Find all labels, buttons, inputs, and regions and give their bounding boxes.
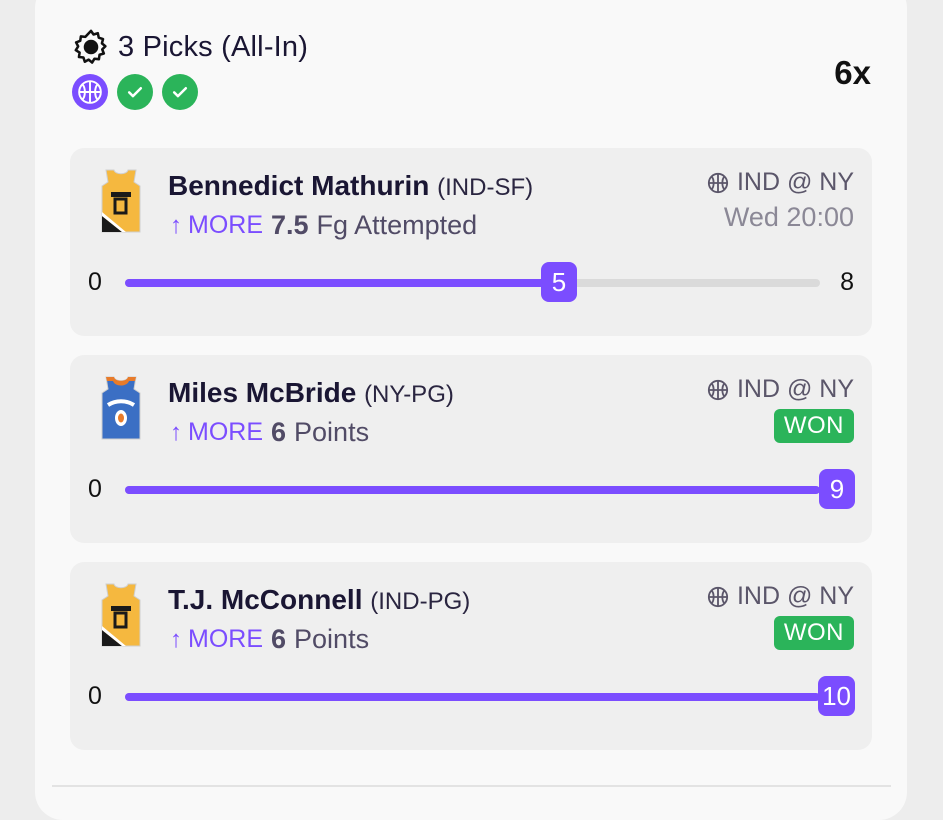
- player-info: Bennedict Mathurin (IND-SF): [168, 170, 533, 202]
- player-team: (IND-SF): [437, 174, 534, 201]
- progress-min: 0: [88, 268, 102, 296]
- progress-track: 10: [125, 676, 855, 716]
- arrow-up-icon: ↑: [170, 625, 182, 653]
- progress-track: 9: [125, 469, 855, 509]
- payout-multiplier: 6x: [834, 54, 871, 91]
- gear-icon: [74, 29, 107, 64]
- entry-header: 3 Picks (All-In): [72, 28, 308, 110]
- stat-label: Fg Attempted: [316, 210, 478, 240]
- arrow-up-icon: ↑: [170, 211, 182, 239]
- divider: [52, 785, 891, 787]
- progress-current: 10: [818, 676, 855, 716]
- pick-line: ↑ MORE 7.5 Fg Attempted: [170, 210, 477, 241]
- stat-label: Points: [294, 624, 370, 654]
- game-time: Wed 20:00: [723, 202, 854, 232]
- progress-min: 0: [88, 475, 102, 503]
- matchup-text: IND @ NY: [736, 582, 854, 610]
- matchup: IND @ NY: [707, 168, 854, 197]
- direction-label: MORE: [188, 211, 263, 239]
- basketball-icon: [707, 172, 729, 193]
- jersey-icon: [101, 583, 141, 647]
- player-name: Bennedict Mathurin: [168, 170, 430, 201]
- basketball-icon: [72, 74, 108, 110]
- stat-label: Points: [294, 417, 370, 447]
- line-value: 6: [271, 624, 287, 654]
- player-info: T.J. McConnell (IND-PG): [168, 584, 470, 616]
- player-info: Miles McBride (NY-PG): [168, 377, 454, 409]
- progress-current: 5: [541, 262, 577, 302]
- won-badge: WON: [773, 409, 854, 443]
- progress-min: 0: [88, 682, 102, 710]
- won-badge: WON: [773, 616, 854, 650]
- check-icon: [117, 74, 153, 110]
- pick-line: ↑ MORE 6 Points: [170, 417, 369, 448]
- pick-line: ↑ MORE 6 Points: [170, 624, 369, 655]
- progress-max: 8: [840, 268, 854, 296]
- player-team: (IND-PG): [370, 588, 471, 615]
- matchup: IND @ NY: [707, 375, 854, 404]
- pick-status-badges: [72, 74, 308, 110]
- matchup-text: IND @ NY: [736, 375, 854, 403]
- basketball-icon: [707, 586, 729, 607]
- progress-fill: [125, 279, 559, 287]
- player-name: T.J. McConnell: [168, 584, 363, 615]
- line-value: 7.5: [271, 210, 309, 240]
- player-name: Miles McBride: [168, 377, 357, 408]
- jersey-icon: [101, 169, 141, 233]
- pick-card[interactable]: Miles McBride (NY-PG) ↑ MORE 6 Points IN…: [70, 355, 872, 543]
- pick-card[interactable]: T.J. McConnell (IND-PG) ↑ MORE 6 Points …: [70, 562, 872, 750]
- entry-title: 3 Picks (All-In): [118, 30, 309, 63]
- progress-track: 5: [125, 262, 820, 302]
- check-icon: [162, 74, 198, 110]
- player-team: (NY-PG): [364, 381, 454, 408]
- jersey-icon: [101, 376, 141, 440]
- arrow-up-icon: ↑: [170, 418, 182, 446]
- progress-fill: [125, 486, 820, 494]
- direction-label: MORE: [188, 625, 263, 653]
- basketball-icon: [707, 379, 729, 400]
- matchup: IND @ NY: [707, 582, 854, 611]
- line-value: 6: [271, 417, 287, 447]
- pick-card[interactable]: Bennedict Mathurin (IND-SF) ↑ MORE 7.5 F…: [70, 148, 872, 336]
- direction-label: MORE: [188, 418, 263, 446]
- progress-current: 9: [819, 469, 855, 509]
- progress-fill: [125, 693, 820, 701]
- matchup-text: IND @ NY: [736, 168, 854, 196]
